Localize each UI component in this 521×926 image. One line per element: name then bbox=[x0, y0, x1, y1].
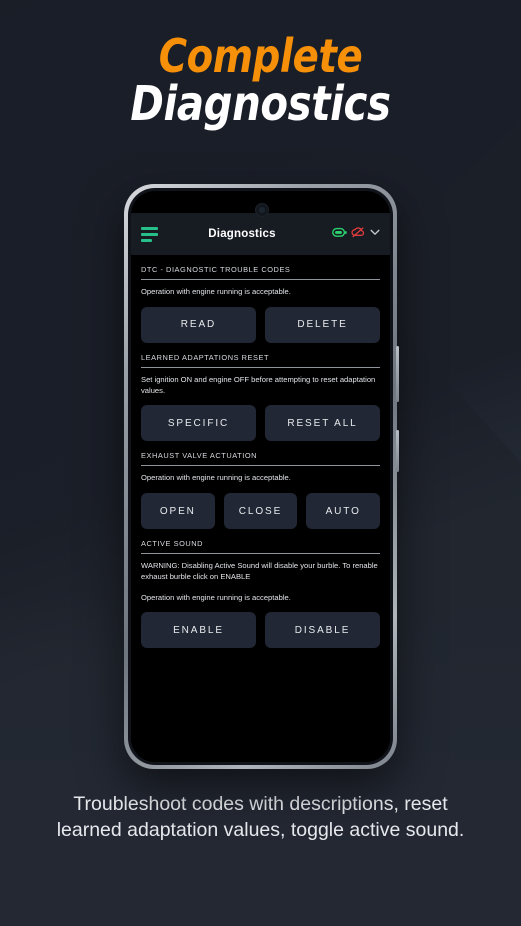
headline: Complete Diagnostics bbox=[0, 29, 521, 133]
section-description: Set ignition ON and engine OFF before at… bbox=[141, 374, 376, 395]
read-button[interactable]: READ bbox=[141, 306, 256, 343]
section-learned-adaptations: LEARNED ADAPTATIONS RESET Set ignition O… bbox=[141, 343, 380, 442]
section-title: EXHAUST VALVE ACTUATION bbox=[141, 451, 258, 461]
section-divider bbox=[141, 279, 380, 280]
section-divider bbox=[141, 465, 380, 467]
chevron-down-icon[interactable] bbox=[369, 225, 381, 243]
battery-icon[interactable] bbox=[332, 225, 347, 243]
section-button-row: OPEN CLOSE AUTO bbox=[141, 493, 381, 530]
enable-button[interactable]: ENABLE bbox=[141, 612, 256, 649]
section-active-sound: ACTIVE SOUND WARNING: Disabling Active S… bbox=[141, 529, 380, 649]
phone-volume-button[interactable] bbox=[396, 346, 399, 402]
cloud-off-icon[interactable] bbox=[351, 225, 365, 243]
app-bar-title: Diagnostics bbox=[208, 228, 276, 240]
headline-line-2: Diagnostics bbox=[130, 76, 391, 133]
section-dtc: DTC - DIAGNOSTIC TROUBLE CODES Operation… bbox=[141, 255, 380, 343]
diagnostics-content[interactable]: DTC - DIAGNOSTIC TROUBLE CODES Operation… bbox=[131, 255, 390, 762]
phone-power-button[interactable] bbox=[396, 430, 399, 472]
section-button-row: SPECIFIC RESET ALL bbox=[141, 405, 380, 442]
section-title: ACTIVE SOUND bbox=[141, 539, 204, 549]
section-button-row: READ DELETE bbox=[141, 306, 380, 343]
app-bar: Diagnostics bbox=[131, 213, 390, 255]
section-title: LEARNED ADAPTATIONS RESET bbox=[141, 352, 270, 362]
section-exhaust-valve: EXHAUST VALVE ACTUATION Operation with e… bbox=[141, 441, 381, 530]
hamburger-line-3 bbox=[141, 238, 152, 242]
section-divider bbox=[141, 553, 380, 555]
auto-button[interactable]: AUTO bbox=[306, 493, 381, 530]
front-camera-icon bbox=[254, 203, 269, 217]
specific-button[interactable]: SPECIFIC bbox=[141, 405, 256, 442]
section-description: Operation with engine running is accepta… bbox=[141, 287, 291, 296]
section-title: DTC - DIAGNOSTIC TROUBLE CODES bbox=[141, 265, 291, 274]
section-button-row: ENABLE DISABLE bbox=[141, 612, 380, 649]
reset-all-button[interactable]: RESET ALL bbox=[265, 405, 380, 442]
delete-button[interactable]: DELETE bbox=[265, 306, 380, 343]
phone-screen: Diagnostics DTC - DIAGNOSTIC TROUBLE COD… bbox=[131, 191, 390, 762]
close-button[interactable]: CLOSE bbox=[223, 493, 298, 530]
phone-mockup: Diagnostics DTC - DIAGNOSTIC TROUBLE COD… bbox=[124, 184, 399, 769]
app-bar-status-icons bbox=[332, 225, 381, 243]
promo-screenshot-root: Complete Diagnostics Diagnostics DTC - D… bbox=[0, 0, 521, 926]
section-divider bbox=[141, 366, 380, 368]
section-description: Operation with engine running is accepta… bbox=[141, 473, 291, 483]
section-description: Operation with engine running is accepta… bbox=[141, 592, 291, 602]
open-button[interactable]: OPEN bbox=[141, 493, 215, 530]
section-warning: WARNING: Disabling Active Sound will dis… bbox=[141, 561, 378, 581]
disable-button[interactable]: DISABLE bbox=[265, 612, 380, 649]
headline-line-1: Complete bbox=[158, 29, 363, 83]
phone-bezel: Diagnostics DTC - DIAGNOSTIC TROUBLE COD… bbox=[128, 188, 393, 765]
caption-text: Troubleshoot codes with descriptions, re… bbox=[56, 793, 465, 841]
